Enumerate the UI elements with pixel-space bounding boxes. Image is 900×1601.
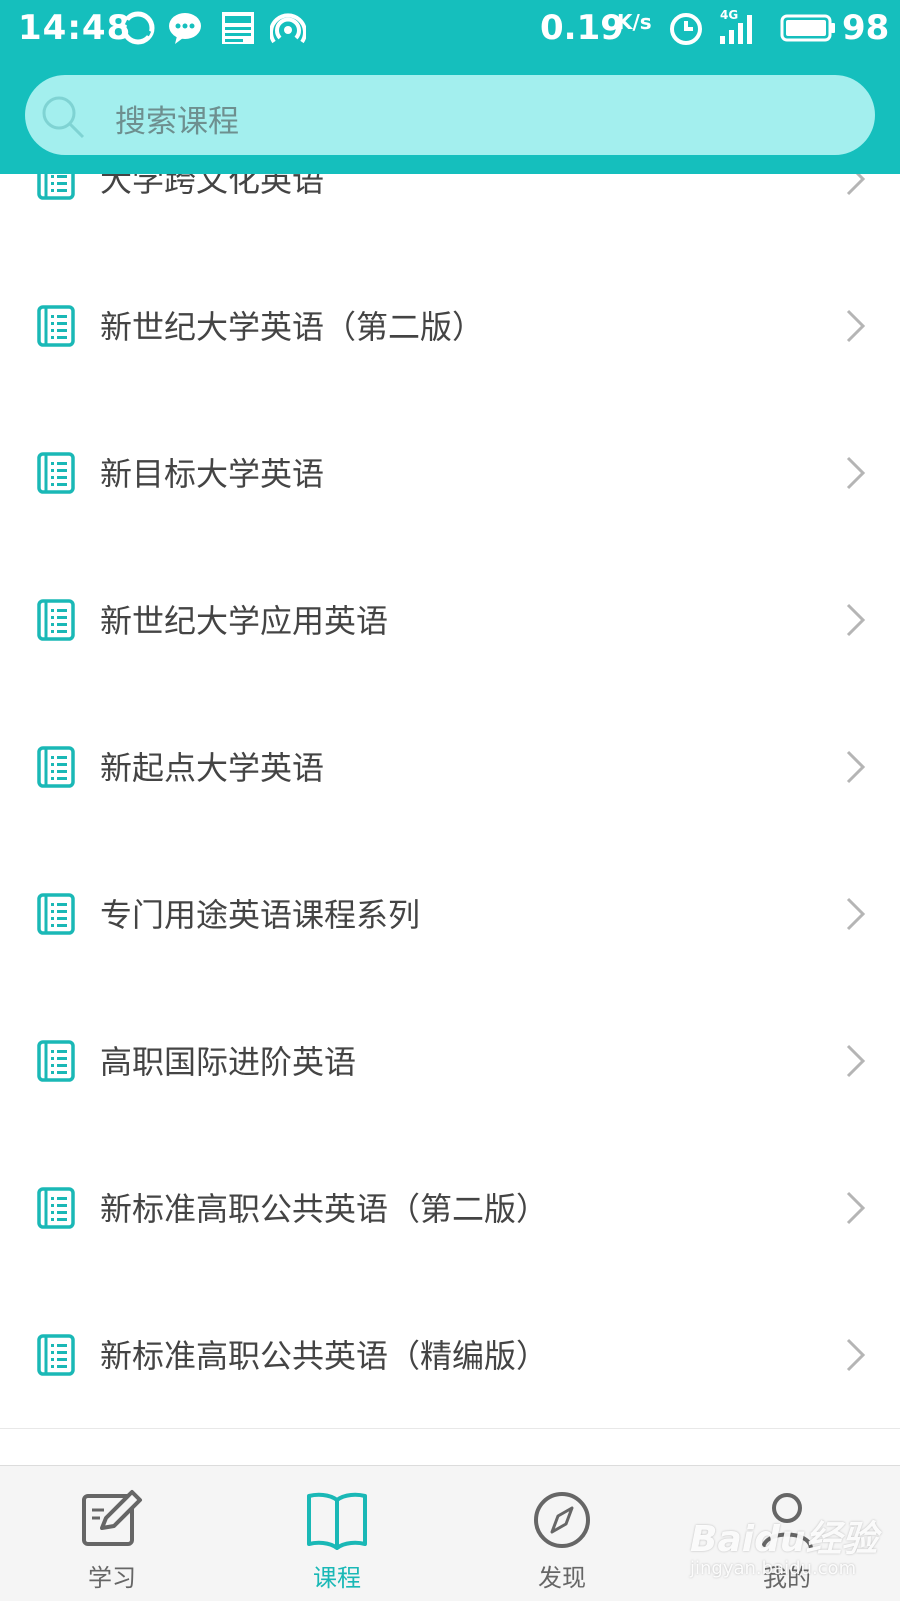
list-item-label: 新起点大学英语 [100, 749, 325, 787]
book-icon [37, 1187, 75, 1229]
alarm-icon [670, 13, 702, 45]
sync-icon [121, 11, 155, 45]
chevron-right-icon [846, 309, 866, 343]
book-icon [37, 305, 75, 347]
compass-icon [534, 1492, 590, 1548]
list-item[interactable]: 高职国际进阶英语 [0, 987, 900, 1135]
chat-icon [169, 13, 201, 44]
book-icon [37, 893, 75, 935]
search-input[interactable]: 搜索课程 [115, 96, 239, 141]
chevron-right-icon [846, 1044, 866, 1078]
book-icon [307, 1492, 367, 1550]
list-item[interactable]: 专门用途英语课程系列 [0, 840, 900, 988]
list-item-label: 新标准高职公共英语（第二版） [100, 1190, 549, 1228]
status-bar: 14:48 0.19 K/s 4G 98 [0, 0, 900, 58]
watermark-main: Baidu经验 [690, 1519, 878, 1560]
battery-level: 98 [842, 8, 890, 48]
list-item-label: 新目标大学英语 [100, 455, 325, 493]
network-speed: 0.19 [540, 8, 624, 48]
list-item[interactable]: 新标准高职公共英语（精编版） [0, 1281, 900, 1429]
search-bar[interactable]: 搜索课程 [25, 75, 875, 155]
hotspot-icon [270, 13, 306, 44]
tab-label: 学习 [88, 1564, 136, 1592]
watermark-sub: jingyan.baidu.com [690, 1558, 857, 1579]
list-item-label: 专门用途英语课程系列 [100, 896, 421, 934]
list-item[interactable]: 新世纪大学英语（第二版） [0, 252, 900, 400]
book-icon [37, 452, 75, 494]
battery-icon [780, 14, 835, 42]
list-item-label: 新世纪大学英语（第二版） [100, 308, 485, 346]
book-icon [37, 599, 75, 641]
tab-label: 课程 [313, 1564, 361, 1592]
search-icon [42, 96, 85, 139]
chevron-right-icon [846, 456, 866, 490]
book-icon [37, 1040, 75, 1082]
news-icon [222, 12, 254, 44]
signal-icon [720, 15, 752, 44]
list-item-label: 新世纪大学应用英语 [100, 602, 389, 640]
list-item[interactable]: 新世纪大学应用英语 [0, 546, 900, 694]
list-item[interactable]: 新目标大学英语 [0, 399, 900, 547]
tab-label: 发现 [538, 1564, 586, 1592]
tab-courses[interactable]: 课程 [272, 1466, 402, 1601]
list-item[interactable]: 新标准高职公共英语（第二版） [0, 1134, 900, 1282]
book-icon [37, 746, 75, 788]
list-item-label: 高职国际进阶英语 [100, 1043, 357, 1081]
chevron-right-icon [846, 603, 866, 637]
edit-icon [82, 1490, 142, 1546]
chevron-right-icon [846, 1338, 866, 1372]
chevron-right-icon [846, 897, 866, 931]
network-speed-unit: K/s [617, 10, 652, 34]
app-header: 14:48 0.19 K/s 4G 98 搜索课程 [0, 0, 900, 174]
chevron-right-icon [846, 1191, 866, 1225]
chevron-right-icon [846, 750, 866, 784]
status-time: 14:48 [18, 8, 132, 48]
tab-study[interactable]: 学习 [47, 1466, 177, 1601]
book-icon [37, 1334, 75, 1376]
tab-discover[interactable]: 发现 [497, 1466, 627, 1601]
list-item[interactable]: 新起点大学英语 [0, 693, 900, 841]
baidu-watermark: Baidu经验 jingyan.baidu.com [690, 1510, 877, 1579]
list-item-label: 新标准高职公共英语（精编版） [100, 1337, 549, 1375]
